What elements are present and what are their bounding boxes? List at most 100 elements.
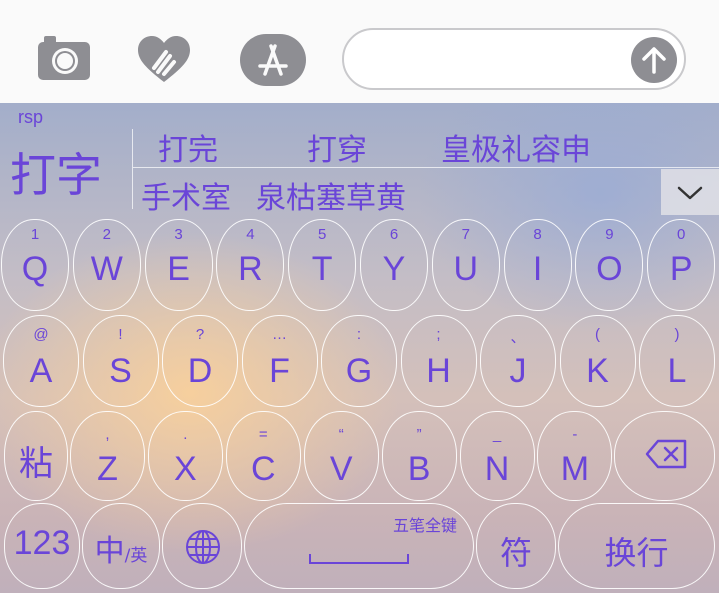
key-secondary-label: ) bbox=[674, 326, 680, 343]
numbers-key[interactable]: 123 bbox=[4, 503, 80, 589]
key-secondary-label: “ bbox=[338, 426, 344, 443]
key-h[interactable]: ; H bbox=[400, 315, 477, 407]
return-key-label: 换行 bbox=[604, 534, 669, 572]
key-secondary-label: 5 bbox=[318, 226, 327, 243]
key-label: P bbox=[669, 250, 693, 288]
key-b[interactable]: ” B bbox=[381, 411, 457, 501]
key-s[interactable]: ! S bbox=[82, 315, 159, 407]
language-toggle-key[interactable]: 中/英 bbox=[82, 503, 160, 589]
key-secondary-label: 、 bbox=[510, 329, 526, 346]
key-secondary-label: 4 bbox=[246, 226, 255, 243]
key-label: B bbox=[407, 450, 431, 488]
message-toolbar bbox=[0, 0, 719, 103]
globe-key[interactable] bbox=[162, 503, 242, 589]
key-e[interactable]: 3E bbox=[144, 219, 213, 311]
space-key-label: 五笔全键 bbox=[392, 516, 457, 535]
key-secondary-label: 1 bbox=[30, 226, 40, 243]
candidate-item[interactable]: 皇极礼容申 bbox=[441, 125, 591, 169]
key-c[interactable]: = C bbox=[225, 411, 301, 501]
numbers-key-label: 123 bbox=[13, 524, 71, 562]
key-t[interactable]: 5T bbox=[288, 219, 357, 311]
heart-hands-icon bbox=[138, 36, 190, 82]
key-secondary-label: 7 bbox=[461, 226, 470, 243]
expand-candidates-button[interactable] bbox=[661, 169, 719, 215]
candidate-item[interactable]: 手术室 bbox=[141, 173, 231, 217]
key-o[interactable]: 9O bbox=[575, 219, 644, 311]
key-label: O bbox=[596, 250, 623, 288]
key-label: Z bbox=[97, 450, 118, 488]
candidate-item[interactable]: 打穿 bbox=[307, 125, 367, 169]
return-key[interactable]: 换行 bbox=[558, 503, 715, 589]
composed-text[interactable]: 打字 bbox=[10, 139, 102, 205]
app-store-icon bbox=[240, 34, 306, 86]
key-label: T bbox=[311, 250, 333, 288]
camera-button[interactable] bbox=[36, 34, 92, 86]
send-button[interactable] bbox=[631, 37, 677, 83]
message-input[interactable] bbox=[342, 28, 686, 90]
symbols-key[interactable]: 符 bbox=[476, 503, 556, 589]
key-secondary-label: ” bbox=[416, 426, 422, 443]
key-secondary-label: @ bbox=[33, 326, 49, 343]
key-label: A bbox=[29, 352, 53, 390]
key-secondary-label: 6 bbox=[389, 226, 399, 243]
key-z[interactable]: ,Z bbox=[70, 411, 145, 501]
key-label: N bbox=[484, 450, 510, 488]
key-k[interactable]: (K bbox=[559, 315, 636, 407]
app-store-button[interactable] bbox=[240, 34, 306, 86]
key-label: K bbox=[586, 352, 609, 390]
key-secondary-label: 8 bbox=[533, 226, 542, 243]
candidate-item[interactable]: 打完 bbox=[158, 125, 218, 169]
paste-key[interactable]: 粘 bbox=[4, 411, 68, 501]
camera-icon bbox=[38, 36, 90, 80]
key-secondary-label: ! bbox=[118, 326, 123, 343]
key-i[interactable]: 8I bbox=[503, 219, 572, 311]
key-secondary-label: = bbox=[258, 426, 268, 443]
globe-icon bbox=[186, 530, 220, 564]
key-l[interactable]: ) L bbox=[639, 315, 715, 407]
key-g[interactable]: :G bbox=[321, 315, 397, 407]
language-toggle-label: 中/英 bbox=[83, 526, 159, 570]
digital-touch-button[interactable] bbox=[136, 34, 192, 86]
keyboard: rsp 打字 打完 打穿 皇极礼容申 手术室 泉枯塞草黄 1Q2W3E4R5T6… bbox=[0, 103, 719, 593]
key-label: R bbox=[238, 250, 263, 288]
key-label: W bbox=[90, 250, 123, 288]
key-secondary-label: 3 bbox=[174, 226, 183, 243]
space-key[interactable]: 五笔全键 bbox=[244, 503, 474, 589]
symbols-key-label: 符 bbox=[499, 534, 532, 572]
key-secondary-label: _ bbox=[492, 426, 502, 443]
pinyin-input: rsp bbox=[18, 107, 44, 127]
key-d[interactable]: ? D bbox=[162, 315, 238, 407]
key-x[interactable]: .X bbox=[147, 411, 223, 501]
key-q[interactable]: 1Q bbox=[1, 219, 69, 311]
key-f[interactable]: … F bbox=[241, 315, 318, 407]
key-n[interactable]: _ N bbox=[459, 411, 535, 501]
key-r[interactable]: 4R bbox=[216, 219, 285, 311]
key-w[interactable]: 2W bbox=[72, 219, 141, 311]
key-secondary-label: 0 bbox=[677, 226, 686, 243]
key-label: M bbox=[560, 450, 590, 488]
key-a[interactable]: @ A bbox=[3, 315, 79, 407]
key-label: Y bbox=[382, 250, 406, 288]
key-j[interactable]: 、 J bbox=[480, 315, 556, 407]
candidate-row-divider bbox=[133, 167, 719, 168]
key-secondary-label: … bbox=[272, 326, 287, 343]
ime-candidate-bar: rsp 打字 打完 打穿 皇极礼容申 手术室 泉枯塞草黄 bbox=[0, 103, 719, 217]
key-label: L bbox=[667, 352, 687, 390]
candidate-item[interactable]: 泉枯塞草黄 bbox=[256, 173, 406, 217]
key-label: G bbox=[345, 352, 373, 390]
key-secondary-label: ( bbox=[595, 326, 600, 343]
paste-key-label: 粘 bbox=[19, 444, 53, 484]
key-u[interactable]: 7U bbox=[431, 219, 500, 311]
arrow-up-icon bbox=[642, 47, 666, 74]
key-label: H bbox=[426, 352, 451, 390]
key-y[interactable]: 6Y bbox=[360, 219, 428, 311]
key-m[interactable]: -M bbox=[537, 411, 613, 501]
key-v[interactable]: “V bbox=[303, 411, 379, 501]
key-label: X bbox=[174, 450, 197, 488]
key-label: Q bbox=[21, 250, 49, 288]
key-secondary-label: : bbox=[356, 326, 362, 343]
key-secondary-label: . bbox=[183, 426, 188, 443]
delete-key[interactable] bbox=[614, 411, 715, 501]
key-secondary-label: 2 bbox=[102, 226, 111, 243]
key-p[interactable]: 0P bbox=[647, 219, 716, 311]
